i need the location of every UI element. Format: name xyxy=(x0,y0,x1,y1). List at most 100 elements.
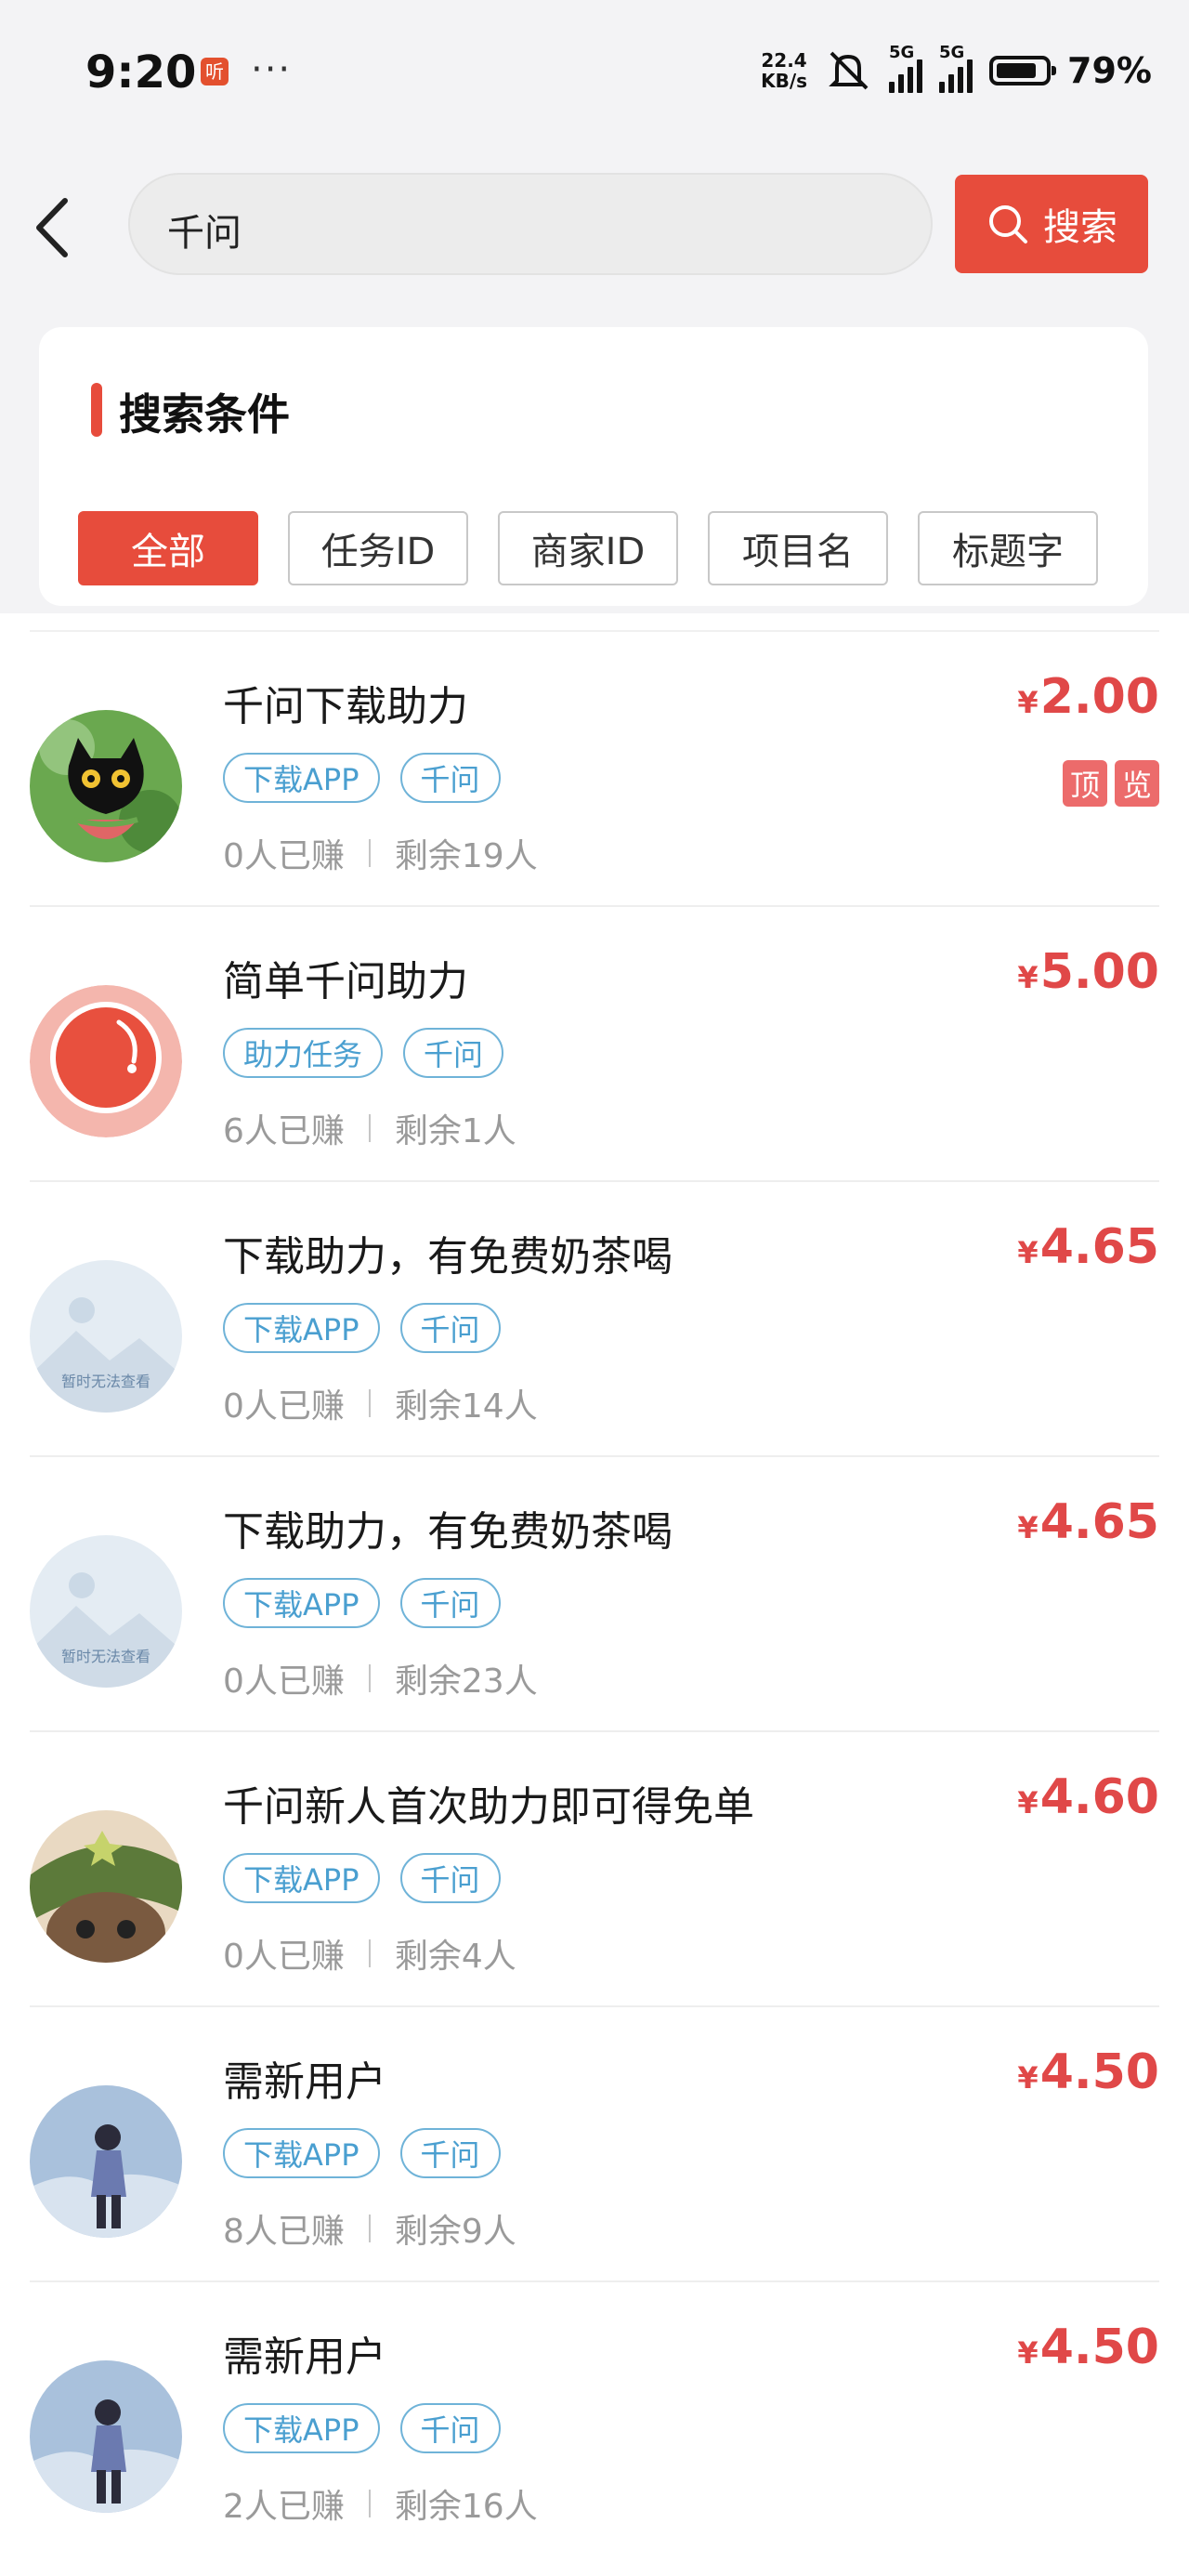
task-meta: 0人已赚 剩余23人 xyxy=(223,1654,538,1702)
task-tag: 千问 xyxy=(399,2403,501,2453)
filter-chip-merchant-id[interactable]: 商家ID xyxy=(498,511,678,585)
search-header: 千问 搜索 xyxy=(0,149,1189,307)
task-tags: 下载APP 千问 xyxy=(223,1578,501,1628)
task-meta: 0人已赚 剩余14人 xyxy=(223,1379,538,1427)
filter-title: 搜索条件 xyxy=(119,389,290,440)
task-tag: 助力任务 xyxy=(223,1028,384,1078)
task-tags: 助力任务 千问 xyxy=(223,1028,504,1078)
list-item[interactable]: 千问下载助力 下载APP 千问 0人已赚 剩余19人 ¥2.00 顶 览 xyxy=(30,630,1159,905)
filter-chips: 全部 任务ID 商家ID 项目名 标题字 xyxy=(78,511,1098,585)
price-value: 2.00 xyxy=(1039,669,1159,725)
price-value: 4.65 xyxy=(1039,1494,1159,1550)
task-meta: 0人已赚 剩余19人 xyxy=(223,829,538,877)
price-value: 5.00 xyxy=(1039,944,1159,1000)
task-title: 需新用户 xyxy=(223,2058,386,2106)
task-title: 千问下载助力 xyxy=(223,683,468,730)
currency-symbol: ¥ xyxy=(1017,685,1039,720)
title-accent-bar xyxy=(91,383,102,437)
price-value: 4.50 xyxy=(1039,2044,1159,2100)
meta-divider xyxy=(368,1664,371,1692)
task-title: 需新用户 xyxy=(223,2333,386,2381)
list-item[interactable]: 简单千问助力 助力任务 千问 6人已赚 剩余1人 ¥5.00 xyxy=(30,905,1159,1180)
earned-count: 0人已赚 xyxy=(223,837,345,875)
task-tag: 下载APP xyxy=(223,1853,380,1903)
earned-count: 8人已赚 xyxy=(223,2213,345,2251)
earned-count: 6人已赚 xyxy=(223,1112,345,1150)
task-tag: 千问 xyxy=(403,1028,504,1078)
task-tag: 千问 xyxy=(399,1303,501,1353)
task-price: ¥4.65 xyxy=(1017,1219,1159,1275)
task-title: 下载助力，有免费奶茶喝 xyxy=(223,1508,673,1556)
browse-badge: 览 xyxy=(1115,760,1159,807)
task-meta: 8人已赚 剩余9人 xyxy=(223,2204,516,2253)
earned-count: 0人已赚 xyxy=(223,1387,345,1426)
currency-symbol: ¥ xyxy=(1017,960,1039,995)
task-price: ¥4.50 xyxy=(1017,2320,1159,2375)
battery-icon xyxy=(989,56,1057,85)
cat-hat-photo-avatar xyxy=(30,1810,182,1963)
price-value: 4.60 xyxy=(1039,1769,1159,1825)
price-value: 4.65 xyxy=(1039,1219,1159,1275)
anime-boy-avatar xyxy=(30,2085,182,2238)
task-tag: 千问 xyxy=(399,1853,501,1903)
filter-chip-all[interactable]: 全部 xyxy=(78,511,258,585)
task-list: 千问下载助力 下载APP 千问 0人已赚 剩余19人 ¥2.00 顶 览 简单千 xyxy=(0,613,1189,2556)
search-button[interactable]: 搜索 xyxy=(955,175,1148,273)
task-price: ¥4.60 xyxy=(1017,1769,1159,1825)
task-tags: 下载APP 千问 xyxy=(223,1853,501,1903)
remaining-count: 剩余16人 xyxy=(394,2488,538,2526)
currency-symbol: ¥ xyxy=(1017,1785,1039,1820)
task-tags: 下载APP 千问 xyxy=(223,2128,501,2178)
placeholder-caption: 暂时无法查看 xyxy=(61,1373,150,1390)
task-tags: 下载APP 千问 xyxy=(223,753,501,803)
anime-boy-avatar xyxy=(30,2360,182,2513)
filter-card: 搜索条件 全部 任务ID 商家ID 项目名 标题字 xyxy=(39,327,1148,606)
remaining-count: 剩余4人 xyxy=(394,1938,516,1976)
network-speed: 22.4 KB/s xyxy=(761,49,808,92)
signal-5g-2-icon: 5G xyxy=(939,43,973,93)
task-title: 千问新人首次助力即可得免单 xyxy=(223,1783,754,1831)
search-input[interactable]: 千问 xyxy=(128,173,933,275)
task-title: 简单千问助力 xyxy=(223,958,468,1005)
black-cat-avatar xyxy=(30,710,182,862)
filter-chip-project-name[interactable]: 项目名 xyxy=(708,511,888,585)
task-tags: 下载APP 千问 xyxy=(223,2403,501,2453)
chevron-left-icon xyxy=(36,198,68,257)
currency-symbol: ¥ xyxy=(1017,2335,1039,2371)
meta-divider xyxy=(368,2490,371,2517)
top-badge: 顶 xyxy=(1063,760,1107,807)
back-button[interactable] xyxy=(26,186,82,269)
price-value: 4.50 xyxy=(1039,2320,1159,2375)
task-meta: 0人已赚 剩余4人 xyxy=(223,1929,516,1978)
filter-chip-title-word[interactable]: 标题字 xyxy=(918,511,1098,585)
task-tag: 下载APP xyxy=(223,1303,380,1353)
task-price: ¥2.00 xyxy=(1017,669,1159,725)
earned-count: 0人已赚 xyxy=(223,1938,345,1976)
remaining-count: 剩余9人 xyxy=(394,2213,516,2251)
list-item[interactable]: 暂时无法查看 下载助力，有免费奶茶喝 下载APP 千问 0人已赚 剩余14人 ¥… xyxy=(30,1180,1159,1455)
search-button-label: 搜索 xyxy=(1043,206,1117,249)
status-bar: 9:20 听 ··· 22.4 KB/s 5G 5G 79% xyxy=(0,0,1189,149)
task-title: 下载助力，有免费奶茶喝 xyxy=(223,1233,673,1281)
task-badges: 顶 览 xyxy=(1063,760,1159,807)
app-notification-icon: 听 xyxy=(201,58,229,85)
meta-divider xyxy=(368,1114,371,1142)
mute-bell-icon xyxy=(829,51,869,90)
placeholder-image-avatar: 暂时无法查看 xyxy=(30,1260,182,1413)
list-item[interactable]: 需新用户 下载APP 千问 8人已赚 剩余9人 ¥4.50 xyxy=(30,2005,1159,2280)
task-tags: 下载APP 千问 xyxy=(223,1303,501,1353)
placeholder-caption: 暂时无法查看 xyxy=(61,1648,150,1665)
earned-count: 2人已赚 xyxy=(223,2488,345,2526)
task-meta: 6人已赚 剩余1人 xyxy=(223,1104,516,1152)
list-item[interactable]: 需新用户 下载APP 千问 2人已赚 剩余16人 ¥4.50 xyxy=(30,2280,1159,2556)
filter-chip-task-id[interactable]: 任务ID xyxy=(288,511,468,585)
remaining-count: 剩余19人 xyxy=(394,837,538,875)
remaining-count: 剩余1人 xyxy=(394,1112,516,1150)
task-tag: 下载APP xyxy=(223,1578,380,1628)
search-icon xyxy=(989,205,1027,243)
list-item[interactable]: 暂时无法查看 下载助力，有免费奶茶喝 下载APP 千问 0人已赚 剩余23人 ¥… xyxy=(30,1455,1159,1730)
battery-percent: 79% xyxy=(1067,50,1152,91)
earned-count: 0人已赚 xyxy=(223,1663,345,1701)
list-item[interactable]: 千问新人首次助力即可得免单 下载APP 千问 0人已赚 剩余4人 ¥4.60 xyxy=(30,1730,1159,2005)
placeholder-image-avatar: 暂时无法查看 xyxy=(30,1535,182,1688)
